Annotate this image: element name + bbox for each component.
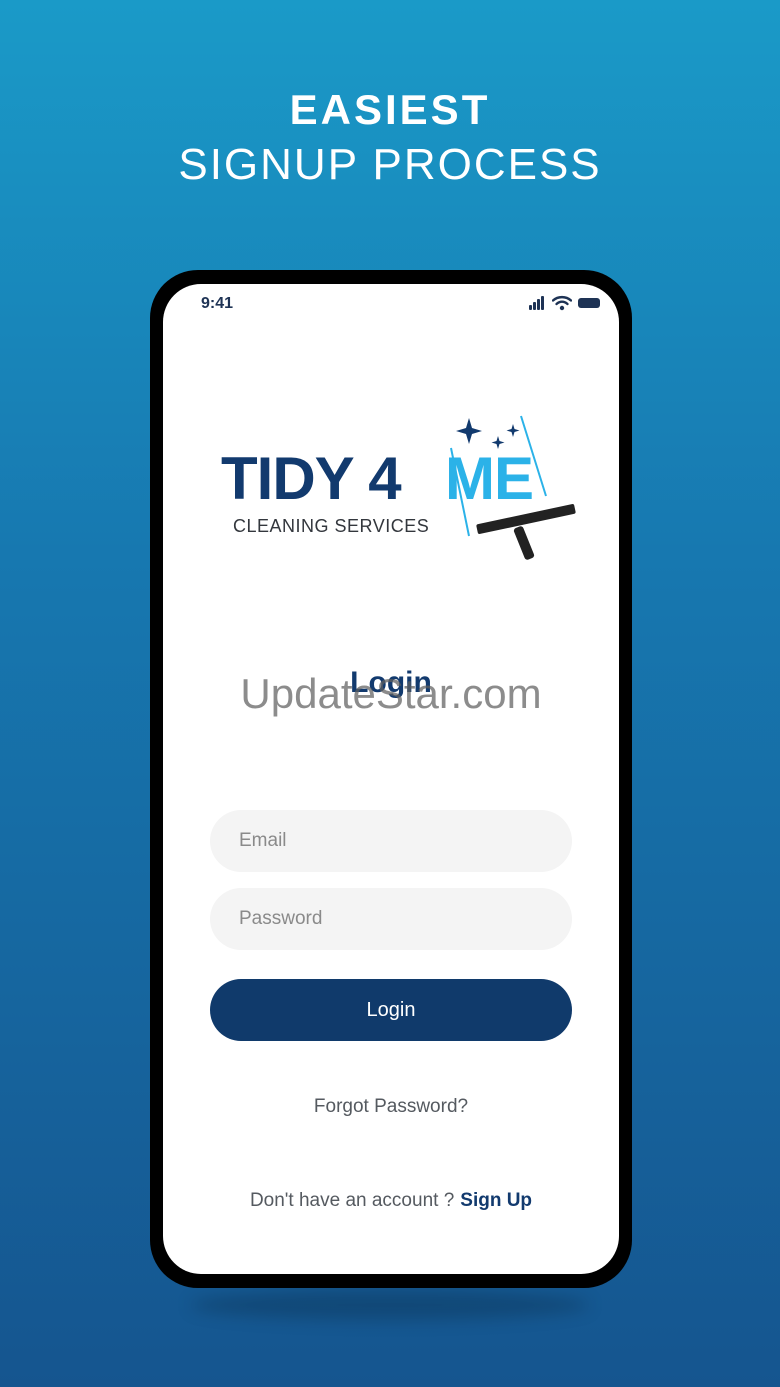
phone-frame: 9:41 TIDY 4 ME CLEANING SERVICES Login U… (150, 270, 632, 1288)
signal-icon (529, 296, 547, 310)
squeegee-sparkle-icon (450, 415, 576, 560)
brand-logo: TIDY 4 ME CLEANING SERVICES (221, 406, 581, 566)
password-field[interactable]: Password (210, 888, 572, 950)
signup-link[interactable]: Sign Up (460, 1190, 532, 1211)
email-field[interactable]: Email (210, 810, 572, 872)
signup-row: Don't have an account ? Sign Up (163, 1190, 619, 1212)
login-button[interactable]: Login (210, 979, 572, 1041)
status-time: 9:41 (201, 295, 234, 312)
headline-easiest: EASIEST (289, 86, 491, 133)
phone-shadow (190, 1290, 590, 1320)
watermark: UpdateStar.com (240, 670, 542, 717)
status-icons (515, 295, 600, 312)
headline-signup-process: SIGNUP PROCESS (178, 140, 602, 189)
signup-prompt: Don't have an account ? (249, 1190, 455, 1211)
logo-subtitle: CLEANING SERVICES (233, 516, 430, 536)
wifi-icon (552, 295, 572, 311)
battery-icon (578, 298, 600, 308)
logo-text-tidy: TIDY 4 (221, 445, 402, 512)
phone-screen: 9:41 TIDY 4 ME CLEANING SERVICES Login U… (163, 284, 619, 1274)
forgot-password-link[interactable]: Forgot Password? (163, 1096, 619, 1118)
